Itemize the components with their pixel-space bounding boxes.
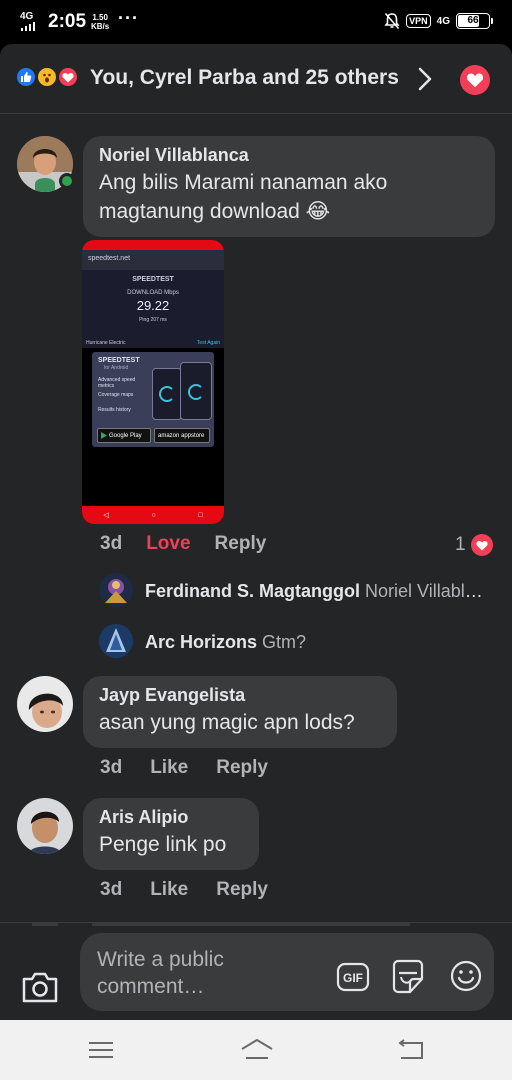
net-speed-value: 1.50 bbox=[92, 13, 108, 22]
gif-label: GIF bbox=[343, 971, 363, 985]
reaction-count[interactable]: 1 bbox=[455, 534, 493, 556]
emoji-icon[interactable] bbox=[449, 959, 483, 993]
net-speed-unit: KB/s bbox=[91, 22, 110, 31]
comment-author[interactable]: Jayp Evangelista bbox=[99, 685, 381, 706]
vpn-badge: VPN bbox=[406, 14, 431, 28]
gauge-graphic bbox=[188, 384, 204, 400]
comment-placeholder: Write a public comment… bbox=[97, 948, 224, 998]
download-value: 29.22 bbox=[136, 298, 170, 313]
comment-time: 3d bbox=[100, 879, 123, 900]
avatar-ferdinand[interactable] bbox=[99, 573, 133, 607]
comment-actions: 3d Love Reply bbox=[100, 533, 266, 555]
ad-feature: Advanced speed metrics bbox=[98, 377, 136, 389]
provider-name: Hurricane Electric bbox=[86, 340, 126, 346]
love-reaction-icon bbox=[57, 66, 79, 88]
chevron-right-icon[interactable] bbox=[414, 66, 436, 92]
reply-preview[interactable]: Ferdinand S. Magtanggol Noriel Villablan… bbox=[145, 581, 490, 602]
like-reaction-icon bbox=[15, 66, 37, 88]
avatar-jayp[interactable] bbox=[17, 676, 73, 732]
home-icon[interactable] bbox=[240, 1036, 274, 1064]
mute-icon bbox=[384, 12, 400, 30]
speedtest-logo: SPEEDTEST bbox=[132, 276, 174, 283]
home-circle-icon: ○ bbox=[151, 511, 156, 519]
recents-square-icon: □ bbox=[198, 511, 203, 519]
comment-bubble[interactable]: Noriel Villablanca Ang bilis Marami nana… bbox=[83, 136, 495, 237]
gauge-graphic bbox=[159, 386, 175, 402]
ad-feature: Coverage maps bbox=[98, 392, 134, 398]
comment-actions: 3d Like Reply bbox=[100, 757, 268, 779]
comments-sheet: You, Cyrel Parba and 25 others Noriel Vi… bbox=[0, 44, 512, 1020]
speedtest-result: SPEEDTEST DOWNLOAD Mbps 29.22 Ping 207 m… bbox=[82, 270, 224, 348]
google-play-text: Google Play bbox=[109, 432, 142, 439]
status-bar: 4G 2:05 1.50 KB/s ··· VPN 4G 66 bbox=[0, 0, 512, 44]
amazon-appstore-badge: amazon appstore bbox=[154, 428, 210, 443]
phone-nav-strip: ◁ ○ □ bbox=[82, 506, 224, 524]
comment-text: Ang bilis Marami nanaman ako magtanung d… bbox=[99, 171, 388, 223]
reply-button[interactable]: Reply bbox=[216, 757, 268, 779]
reply-button[interactable]: Reply bbox=[216, 879, 268, 901]
ad-subtitle: for Android bbox=[104, 365, 129, 371]
like-button[interactable]: Like bbox=[150, 879, 188, 901]
amazon-appstore-text: amazon appstore bbox=[158, 432, 205, 439]
url-text: speedtest.net bbox=[88, 255, 131, 262]
network-type-right: 4G bbox=[436, 15, 450, 27]
comment-text: asan yung magic apn lods? bbox=[99, 711, 355, 734]
camera-icon[interactable] bbox=[20, 969, 60, 1005]
reply-snippet: Gtm? bbox=[262, 632, 307, 652]
ad-logo: SPEEDTEST bbox=[98, 357, 140, 364]
wow-reaction-icon bbox=[36, 66, 58, 88]
phone-status-strip bbox=[82, 240, 224, 250]
online-indicator bbox=[59, 173, 75, 189]
back-icon[interactable] bbox=[396, 1036, 426, 1064]
signal-icon bbox=[21, 22, 35, 31]
comment-composer: Write a public comment… GIF bbox=[0, 922, 512, 1020]
ad-feature: Results history bbox=[98, 407, 131, 413]
ping-value: Ping 207 ms bbox=[139, 317, 167, 323]
reply-author: Ferdinand S. Magtanggol bbox=[145, 581, 360, 601]
reactions-header[interactable]: You, Cyrel Parba and 25 others bbox=[0, 44, 512, 114]
reactions-summary[interactable]: You, Cyrel Parba and 25 others bbox=[90, 66, 410, 90]
back-triangle-icon: ◁ bbox=[103, 512, 109, 519]
next-comment-peek bbox=[32, 923, 58, 926]
love-button[interactable]: Love bbox=[146, 533, 190, 555]
more-notifications-icon: ··· bbox=[118, 8, 139, 28]
google-play-badge: Google Play bbox=[97, 428, 151, 443]
comment-bubble[interactable]: Aris Alipio Penge link po bbox=[83, 798, 259, 870]
gif-icon[interactable]: GIF bbox=[336, 961, 370, 993]
avatar-aris[interactable] bbox=[17, 798, 73, 854]
comment-time: 3d bbox=[100, 757, 123, 778]
battery-level: 66 bbox=[467, 15, 479, 26]
clock: 2:05 bbox=[48, 11, 87, 32]
comment-bubble[interactable]: Jayp Evangelista asan yung magic apn lod… bbox=[83, 676, 397, 748]
reply-preview[interactable]: Arc Horizons Gtm? bbox=[145, 632, 490, 653]
heart-icon bbox=[466, 73, 484, 88]
reply-button[interactable]: Reply bbox=[215, 533, 267, 555]
reply-snippet: Noriel Villablanca bbox=[365, 581, 490, 601]
attached-screenshot[interactable]: speedtest.net SPEEDTEST DOWNLOAD Mbps 29… bbox=[82, 240, 224, 524]
sticker-icon[interactable] bbox=[390, 959, 426, 995]
like-button[interactable]: Like bbox=[150, 757, 188, 779]
comment-time: 3d bbox=[100, 533, 123, 554]
comment-input[interactable]: Write a public comment… GIF bbox=[80, 933, 494, 1011]
network-type: 4G bbox=[20, 11, 34, 22]
browser-url-bar: speedtest.net bbox=[82, 250, 224, 270]
system-nav-bar bbox=[0, 1020, 512, 1080]
test-again-link: Test Again bbox=[196, 340, 220, 346]
comment-actions: 3d Like Reply bbox=[100, 879, 268, 901]
battery-icon: 66 bbox=[456, 13, 493, 29]
love-reaction-button[interactable] bbox=[460, 65, 490, 95]
next-comment-peek bbox=[92, 923, 410, 926]
comment-author[interactable]: Aris Alipio bbox=[99, 807, 243, 828]
speedtest-app-ad: SPEEDTEST for Android Advanced speed met… bbox=[92, 352, 214, 447]
reply-author: Arc Horizons bbox=[145, 632, 258, 652]
menu-icon[interactable] bbox=[86, 1036, 116, 1064]
avatar-arc-horizons[interactable] bbox=[99, 624, 133, 658]
comment-author[interactable]: Noriel Villablanca bbox=[99, 145, 479, 166]
net-speed: 1.50 KB/s bbox=[91, 13, 109, 31]
reaction-count-value: 1 bbox=[455, 534, 466, 555]
love-reaction-icon bbox=[470, 534, 493, 556]
download-label: DOWNLOAD Mbps bbox=[127, 290, 179, 296]
comment-text: Penge link po bbox=[99, 833, 227, 856]
status-right: VPN 4G 66 bbox=[384, 12, 493, 30]
